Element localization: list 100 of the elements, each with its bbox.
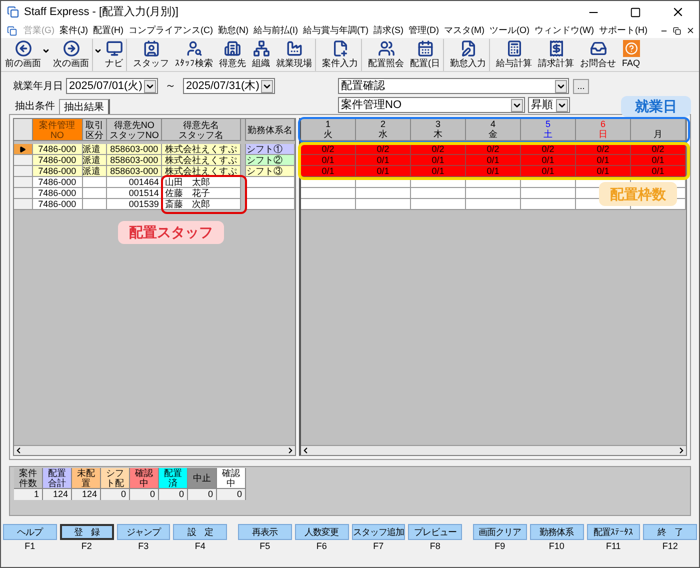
slot-cell: 0/1 (521, 155, 576, 166)
header-text: 中 (226, 478, 236, 488)
key-label: F11 (606, 540, 621, 552)
sort-field-dropdown[interactable]: 案件管理NO (338, 97, 525, 113)
field-label: 就業年月日 (13, 80, 63, 94)
summary-value: 0 (130, 489, 158, 500)
shift-cell: シフト③ (245, 166, 295, 177)
header-text: 済 (168, 478, 178, 488)
summary-value: 0 (188, 489, 216, 500)
function-key-button[interactable]: 配置ｽﾃｰﾀｽ (586, 524, 640, 540)
table-cell: 7486-000 (32, 188, 82, 199)
toolbar-button[interactable]: ｽﾀｯﾌ検索 (172, 38, 216, 70)
header-text: 案件 (19, 468, 37, 478)
day-number: 5 (545, 119, 550, 129)
menu-item[interactable]: 案件(J) (57, 24, 90, 38)
header-text: スタッフ名 (178, 130, 224, 140)
weekday-text: 火 (324, 129, 332, 139)
header-text: 中止 (193, 473, 211, 483)
table-cell: 001514 (107, 188, 162, 199)
slot-cell: 0/1 (301, 155, 356, 166)
function-key-button[interactable]: 人数変更 (294, 524, 348, 540)
menu-item[interactable]: 勤怠(N) (216, 24, 251, 38)
menu-item[interactable]: 給与前払(I) (251, 24, 300, 38)
function-key-button[interactable]: スタッフ追加 (352, 524, 406, 540)
toolbar-button[interactable]: 前の画面 (2, 38, 44, 70)
menu-item[interactable]: 配置(H) (90, 24, 126, 38)
summary-value: 124 (43, 489, 71, 500)
date-dropdown[interactable]: 2025/07/01(火) (66, 78, 158, 94)
toolbar-button[interactable]: 勤怠入力 (447, 38, 490, 70)
header-text: ト配 (106, 478, 124, 488)
summary-value: 124 (72, 489, 100, 500)
day-number: 3 (435, 119, 440, 129)
slot-cell: 0/1 (631, 155, 686, 166)
table-cell: 派遣 (82, 166, 108, 177)
menu-item[interactable]: マスタ(M) (442, 24, 487, 38)
toolbar-button[interactable]: 次の画面 (50, 38, 93, 70)
shift-cell: シフト② (245, 155, 295, 166)
function-key-button[interactable]: 終 了 (643, 524, 697, 540)
tab[interactable]: 抽出結果 (59, 99, 110, 114)
menu-item[interactable]: ウィンドウ(W) (532, 24, 596, 38)
slot-cell: 0/2 (631, 144, 686, 155)
header-text: 配置 (164, 468, 182, 478)
slot-cell: 0/2 (521, 144, 576, 155)
function-key-button[interactable]: 画面クリア (473, 524, 527, 540)
tab[interactable]: 抽出条件 (11, 99, 59, 114)
window-title: Staff Express - [配置入力(月別)] (24, 4, 178, 20)
toolbar-button[interactable]: 組織 (249, 38, 273, 70)
toolbar-button[interactable]: FAQ (619, 38, 644, 70)
range-separator: ～ (165, 78, 176, 94)
slot-cell: 0/2 (576, 144, 631, 155)
function-key-button[interactable]: 設 定 (173, 524, 227, 540)
toolbar-button[interactable]: 配置照会 (365, 38, 407, 70)
function-key-button[interactable]: 登 録 (60, 524, 114, 540)
header-text: 区分 (85, 130, 104, 140)
key-label: F9 (494, 540, 506, 552)
toolbar-button[interactable]: お問合せ (577, 38, 619, 70)
table-cell: 株式会社えくすぷ (162, 155, 242, 166)
function-key-button[interactable]: 勤務体系 (530, 524, 584, 540)
header-text: 件数 (19, 478, 37, 488)
toolbar-button[interactable]: ナビ (102, 38, 127, 70)
slot-cell: 0/1 (631, 166, 686, 177)
sort-order-dropdown[interactable]: 昇順 (528, 97, 570, 113)
date-dropdown[interactable]: 2025/07/31(木) (183, 78, 275, 94)
browse-button[interactable]: ... (573, 78, 589, 94)
table-cell: 7486-000 (32, 199, 82, 210)
function-key-button[interactable]: プレビュー (408, 524, 462, 540)
menu-item[interactable]: 請求(S) (371, 24, 406, 38)
header-text: 中 (140, 478, 148, 488)
callout-label: 就業日 (621, 96, 691, 117)
toolbar-button[interactable]: 請求計算 (535, 38, 577, 70)
menu-item[interactable]: サポート(H) (596, 24, 650, 38)
summary-value: 0 (159, 489, 187, 500)
view-dropdown[interactable]: 配置確認 (338, 78, 569, 94)
menu-item[interactable]: 管理(D) (406, 24, 442, 38)
table-cell: 7486-000 (32, 144, 82, 155)
header-text: 得意先名 (183, 120, 220, 130)
function-key-button[interactable]: 再表示 (238, 524, 292, 540)
header-text: 勤務体系名 (248, 124, 293, 134)
slot-cell: 0/1 (356, 155, 411, 166)
table-cell: 派遣 (82, 155, 108, 166)
key-label: F1 (24, 540, 36, 552)
toolbar-button[interactable]: 得意先 (216, 38, 249, 70)
toolbar-button[interactable]: 配置(日 (407, 38, 444, 70)
slot-cell: 0/2 (301, 144, 356, 155)
slot-cell: 0/1 (411, 155, 466, 166)
function-key-button[interactable]: ヘルプ (3, 524, 57, 540)
key-label: F7 (373, 540, 384, 552)
menu-item[interactable]: ツール(O) (487, 24, 532, 38)
slot-cell: 0/2 (356, 144, 411, 155)
header-text: 得意先NO (114, 120, 154, 130)
menu-item[interactable]: コンプライアンス(C) (126, 24, 216, 38)
day-number: 1 (325, 119, 330, 129)
slot-cell: 0/1 (576, 155, 631, 166)
function-key-button[interactable]: ジャンプ (116, 524, 170, 540)
toolbar-button[interactable]: 給与計算 (493, 38, 535, 70)
menu-item[interactable]: 給与賞与年調(T) (300, 24, 371, 38)
toolbar-button[interactable]: 案件入力 (319, 38, 362, 70)
toolbar-button[interactable]: 就業現場 (273, 38, 316, 70)
slot-cell: 0/1 (411, 166, 466, 177)
toolbar-button[interactable]: スタッフ (130, 38, 172, 70)
